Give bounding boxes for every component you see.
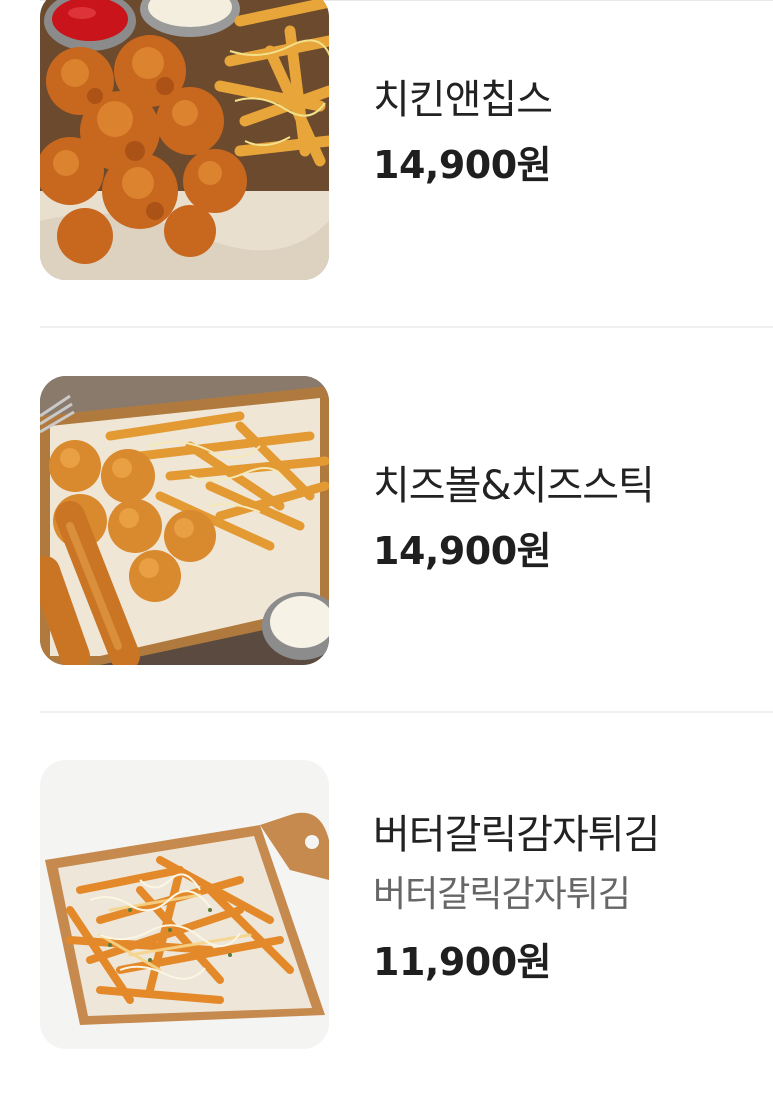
menu-item-price: 14,900원 (373, 529, 552, 573)
menu-item-cheeseball-and-cheesestick[interactable]: 치즈볼&치즈스틱 14,900원 (0, 327, 773, 710)
menu-item-description: 버터갈릭감자튀김 (373, 874, 631, 915)
menu-item-price: 14,900원 (373, 143, 552, 187)
menu-item-image[interactable] (40, 376, 329, 665)
menu-item-image[interactable] (40, 760, 329, 1049)
menu-item-price: 11,900원 (373, 940, 552, 984)
chicken-and-chips-photo (40, 0, 329, 280)
menu-item-name[interactable]: 버터갈릭감자튀김 (373, 811, 660, 859)
menu-item-butter-garlic-fries[interactable]: 버터갈릭감자튀김 버터갈릭감자튀김 11,900원 (0, 712, 773, 1094)
menu-item-image[interactable] (40, 0, 329, 280)
cheeseball-and-cheesestick-photo (40, 376, 329, 665)
menu-item-chicken-and-chips[interactable]: 치킨앤칩스 14,900원 (0, 0, 773, 325)
menu-item-name[interactable]: 치킨앤칩스 (373, 76, 553, 124)
menu-item-name[interactable]: 치즈볼&치즈스틱 (373, 462, 655, 510)
menu-list: 치킨앤칩스 14,900원 치즈볼&치즈스틱 14,900원 버터갈릭감자튀김 … (0, 0, 773, 1094)
butter-garlic-fries-photo (40, 760, 329, 1049)
